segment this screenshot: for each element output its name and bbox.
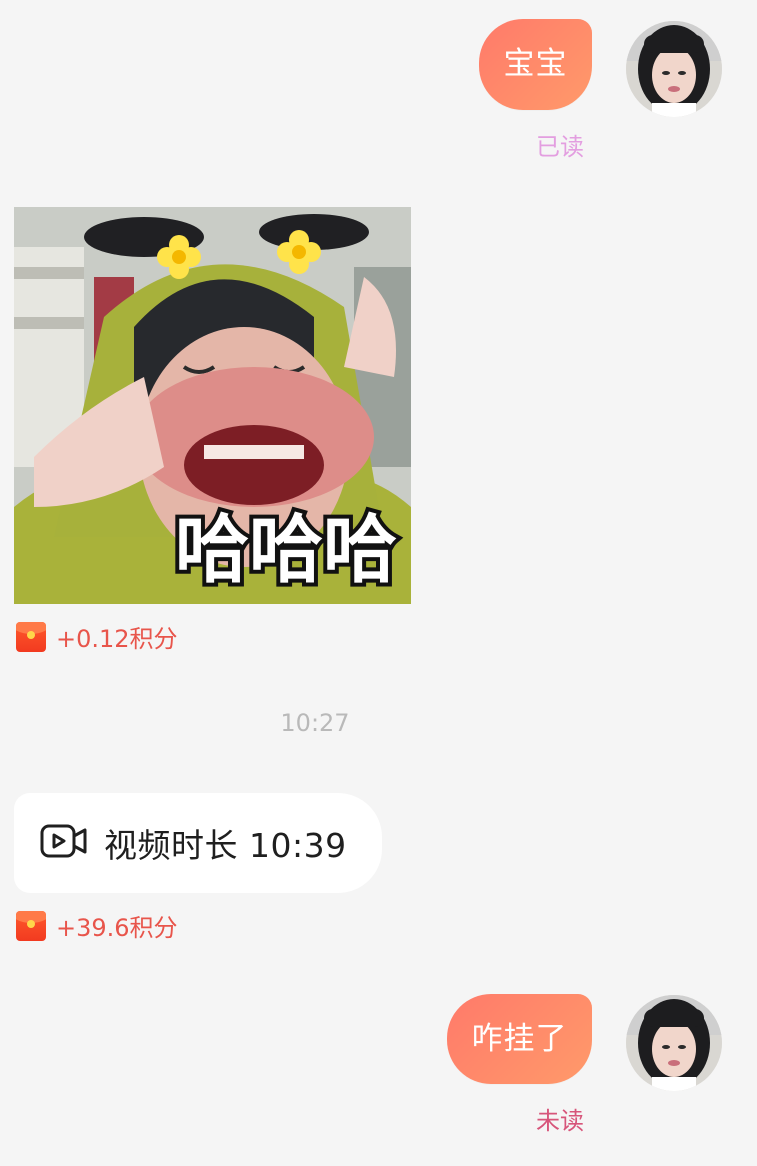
- unread-status: 未读: [536, 1107, 584, 1135]
- avatar-image: [626, 21, 722, 117]
- sticker-illustration: 哈哈哈: [14, 207, 411, 604]
- outgoing-message-bubble[interactable]: 宝宝: [479, 19, 592, 110]
- reward-badge: +0.12积分: [16, 619, 178, 654]
- message-text: 咋挂了: [471, 1020, 568, 1057]
- red-packet-icon: [16, 621, 46, 652]
- avatar-image: [626, 995, 722, 1091]
- reward-badge: +39.6积分: [16, 908, 178, 943]
- red-packet-icon: [16, 910, 46, 941]
- read-status: 已读: [536, 133, 584, 161]
- user-avatar[interactable]: [626, 21, 722, 117]
- incoming-video-call-bubble[interactable]: 视频时长 10:39: [14, 793, 382, 893]
- message-text: 宝宝: [503, 46, 568, 82]
- chat-screen: 宝宝 已读 哈哈哈 +0.12积分 10:27 视频时长 10:39 +39.6…: [0, 0, 757, 1166]
- outgoing-message-bubble[interactable]: 咋挂了: [447, 994, 592, 1084]
- message-timestamp: 10:27: [280, 709, 350, 737]
- reward-points: +39.6积分: [56, 914, 178, 942]
- sticker-overlay-text: 哈哈哈: [175, 508, 397, 591]
- reward-points: +0.12积分: [56, 625, 178, 653]
- video-duration-label: 视频时长 10:39: [104, 826, 347, 865]
- sticker-image[interactable]: 哈哈哈: [14, 207, 411, 604]
- video-call-icon: [40, 823, 88, 863]
- user-avatar[interactable]: [626, 995, 722, 1091]
